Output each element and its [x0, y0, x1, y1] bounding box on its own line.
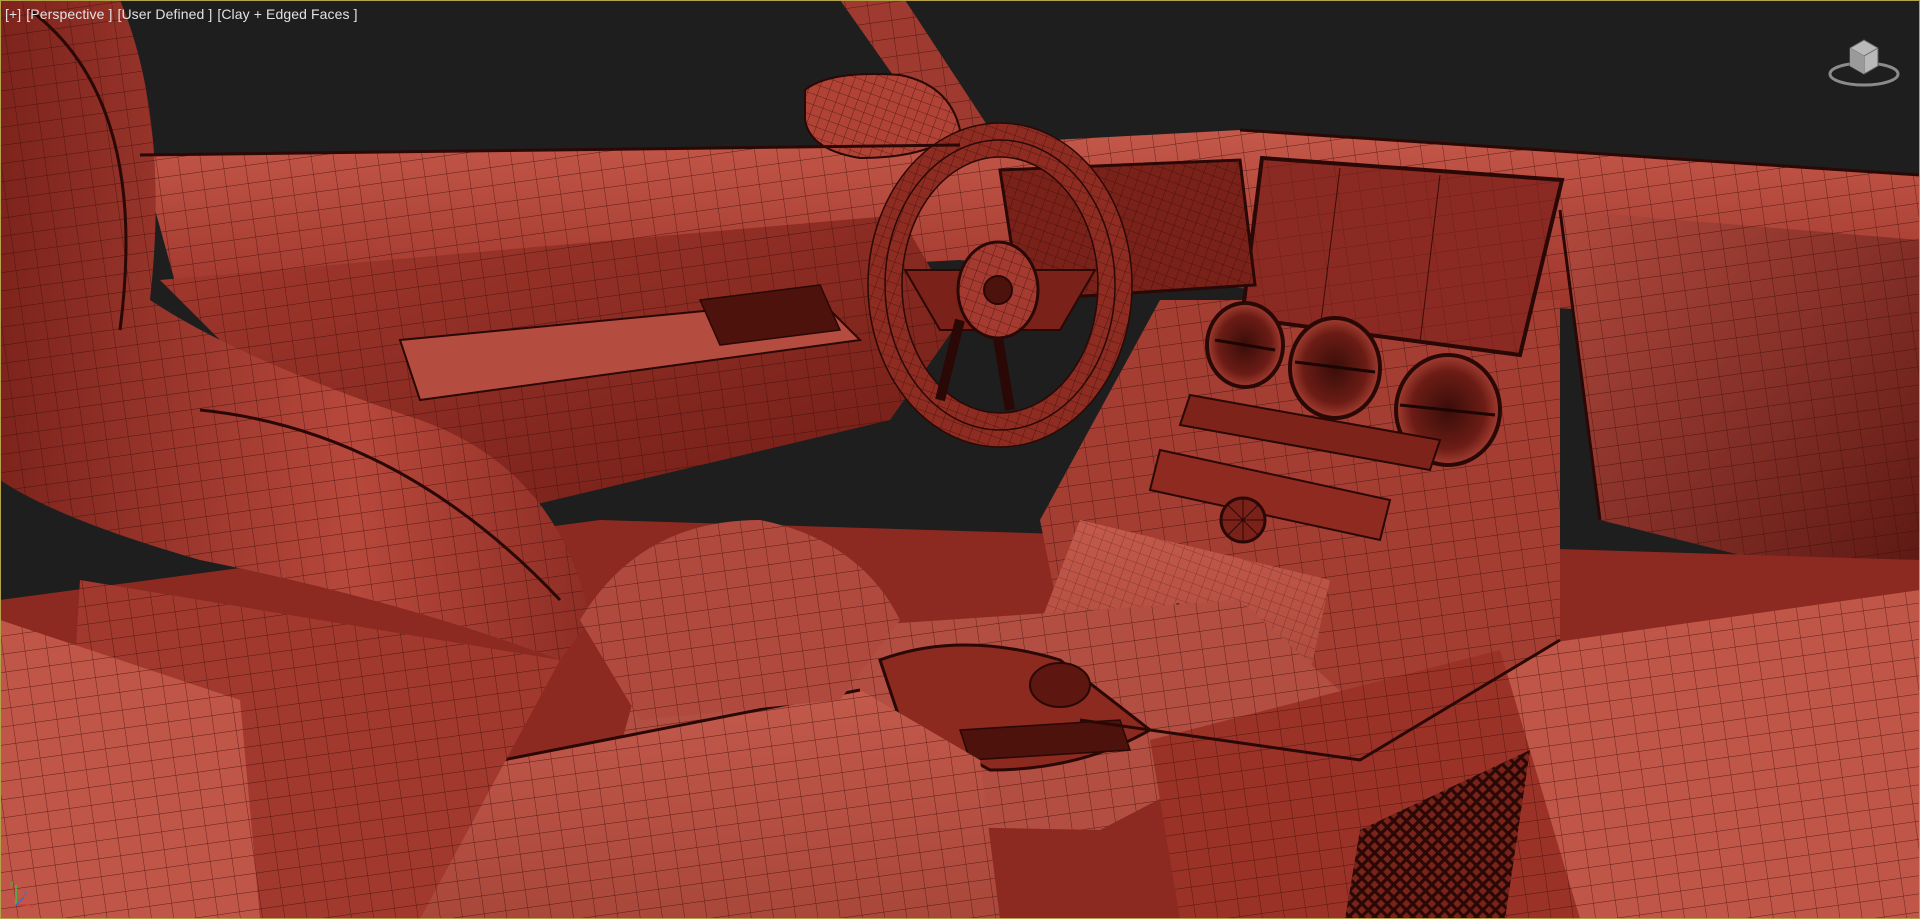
viewcube-icon[interactable] [1826, 30, 1902, 94]
axis-y-label: y [10, 881, 14, 888]
infotainment-screen [1239, 155, 1565, 358]
viewport-label-menu: [+] [Perspective ] [User Defined ] [Clay… [5, 6, 358, 22]
viewport-preset-menu[interactable]: [User Defined ] [117, 6, 212, 22]
axis-z-label: z [24, 891, 28, 898]
axis-x-label: x [30, 903, 34, 909]
perspective-viewport[interactable]: [+] [Perspective ] [User Defined ] [Clay… [0, 0, 1920, 919]
axis-tripod-icon: y x z [10, 879, 36, 910]
viewport-point-of-view-menu[interactable]: [Perspective ] [26, 6, 112, 22]
car-interior-render[interactable]: AMG [0, 0, 1920, 919]
viewport-shading-menu[interactable]: [Clay + Edged Faces ] [217, 6, 357, 22]
viewport-general-menu[interactable]: [+] [5, 6, 21, 22]
